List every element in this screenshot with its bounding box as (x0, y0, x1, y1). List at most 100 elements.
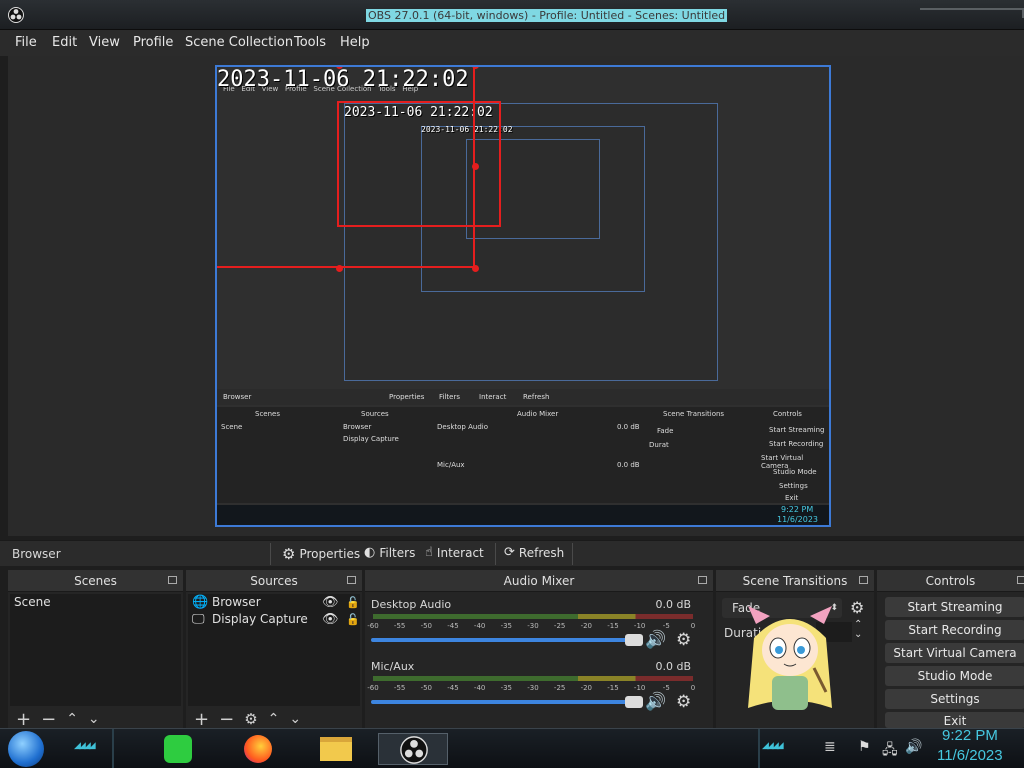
volume-slider[interactable] (371, 696, 643, 708)
pointer-hand-icon: ☝ (425, 545, 433, 560)
volume-meter (373, 614, 693, 619)
menu-file[interactable]: File (15, 35, 37, 50)
window-title: OBS 27.0.1 (64-bit, windows) - Profile: … (366, 9, 728, 22)
menu-profile[interactable]: Profile (133, 35, 173, 50)
float-dock-icon[interactable] (347, 576, 356, 584)
studio-mode-button[interactable]: Studio Mode (885, 666, 1024, 686)
speaker-icon[interactable]: 🔊 (645, 692, 666, 712)
float-dock-icon[interactable] (859, 576, 868, 584)
float-dock-icon[interactable] (1017, 576, 1024, 584)
volume-icon[interactable]: 🔊 (905, 739, 922, 755)
scenes-footer: + − ⌃ ⌄ (16, 708, 100, 730)
channel-db: 0.0 dB (655, 598, 691, 611)
menu-help[interactable]: Help (340, 35, 370, 50)
sources-footer: + − ⚙ ⌃ ⌄ (194, 708, 301, 730)
channel-name: Desktop Audio (371, 598, 452, 611)
title-decoration (920, 8, 1024, 18)
folder-icon (320, 737, 352, 761)
menu-bar: File Edit View Profile Scene Collection … (0, 30, 1024, 56)
scenes-dock-title: Scenes (8, 570, 183, 592)
start-virtual-camera-button[interactable]: Start Virtual Camera (885, 643, 1024, 663)
gear-icon[interactable]: ⚙ (676, 692, 691, 712)
menu-scene-collection[interactable]: Scene Collection (185, 35, 293, 50)
volume-slider-handle[interactable] (625, 634, 643, 646)
notes-app-icon (164, 735, 192, 763)
lock-icon[interactable]: 🔓 (346, 594, 360, 611)
monitor-icon: 🖵 (192, 612, 205, 627)
refresh-button[interactable]: ⟳ Refresh (504, 545, 564, 560)
show-desktop-icon[interactable]: ≣ (824, 739, 836, 755)
taskbar-app-notes[interactable] (150, 733, 206, 765)
float-dock-icon[interactable] (698, 576, 707, 584)
preview-canvas[interactable]: File Edit View Profile Scene Collection … (215, 65, 831, 527)
gear-icon[interactable]: ⚙ (676, 630, 691, 650)
menu-edit[interactable]: Edit (52, 35, 77, 50)
menu-tools[interactable]: Tools (294, 35, 326, 50)
move-up-icon[interactable]: ⌃ (66, 711, 78, 727)
volume-slider[interactable] (371, 634, 643, 646)
taskbar-app-firefox[interactable] (230, 733, 286, 765)
mixer-channels: Desktop Audio 0.0 dB -60 -55 -50 -45 -40 -35-… (365, 594, 705, 718)
obs-logo-icon[interactable] (8, 7, 24, 23)
cartoon-character-overlay (748, 606, 832, 710)
obs-logo-icon (400, 736, 428, 764)
add-scene-button[interactable]: + (16, 709, 31, 730)
source-item-display-capture[interactable]: 🖵 Display Capture 👁 🔓 (188, 611, 360, 628)
channel-db: 0.0 dB (655, 660, 691, 673)
gear-icon: ⚙ (282, 545, 296, 563)
remove-source-button[interactable]: − (219, 709, 234, 730)
volume-slider-handle[interactable] (625, 696, 643, 708)
move-up-icon[interactable]: ⌃ (268, 711, 280, 727)
decorative-chevrons: ◢◢◢◢ (74, 741, 96, 751)
float-dock-icon[interactable] (168, 576, 177, 584)
filter-icon: ◐ (364, 545, 376, 560)
remove-scene-button[interactable]: − (41, 709, 56, 730)
move-down-icon[interactable]: ⌄ (289, 711, 301, 727)
toolbar-separator (270, 543, 271, 565)
add-source-button[interactable]: + (194, 709, 209, 730)
flag-icon[interactable]: ⚑ (858, 739, 871, 755)
scene-transitions-title: Scene Transitions (716, 570, 874, 592)
resize-handle[interactable] (472, 163, 479, 170)
channel-name: Mic/Aux (371, 660, 415, 673)
taskbar-clock-date[interactable]: 11/6/2023 (937, 747, 1003, 764)
move-down-icon[interactable]: ⌄ (88, 711, 100, 727)
start-recording-button[interactable]: Start Recording (885, 620, 1024, 640)
scene-transitions-dock: Scene Transitions Fade ⬍ ⚙ Durati ⌃ ⌄ (716, 570, 874, 730)
lock-icon[interactable]: 🔓 (346, 611, 360, 628)
menu-view[interactable]: View (89, 35, 120, 50)
taskbar-app-obs[interactable] (378, 733, 448, 765)
source-properties-gear-icon[interactable]: ⚙ (244, 710, 257, 728)
source-toolbar: Browser ⚙ Properties ◐ Filters ☝ Interact ⟳… (0, 540, 1024, 566)
transition-gear-icon[interactable]: ⚙ (850, 598, 864, 617)
start-streaming-button[interactable]: Start Streaming (885, 597, 1024, 617)
resize-handle[interactable] (472, 67, 479, 69)
nested-docks: Scenes Sources Audio Mixer Scene Transit… (217, 407, 829, 503)
eye-icon[interactable]: 👁 (322, 611, 339, 628)
audio-mixer-dock: Audio Mixer Desktop Audio 0.0 dB -60 -55-… (365, 570, 713, 730)
sources-dock: Sources 🌐 Browser 👁 🔓 🖵 Display Capture … (186, 570, 362, 730)
audio-mixer-title: Audio Mixer (365, 570, 713, 592)
settings-button[interactable]: Settings (885, 689, 1024, 709)
filters-button[interactable]: ◐ Filters (364, 545, 415, 560)
resize-handle[interactable] (336, 265, 343, 272)
scene-item[interactable]: Scene (10, 594, 181, 611)
duration-stepper-icon[interactable]: ⌃ ⌄ (854, 620, 862, 640)
eye-icon[interactable]: 👁 (322, 594, 339, 611)
taskbar-app-explorer[interactable] (308, 733, 364, 765)
start-orb-button[interactable] (8, 731, 44, 767)
exit-button[interactable]: Exit (885, 712, 1024, 728)
resize-handle[interactable] (472, 265, 479, 272)
sources-dock-title: Sources (186, 570, 362, 592)
refresh-icon: ⟳ (504, 545, 515, 560)
source-item-browser[interactable]: 🌐 Browser 👁 🔓 (188, 594, 360, 611)
taskbar-clock-time[interactable]: 9:22 PM (942, 727, 998, 744)
properties-button[interactable]: ⚙ Properties (282, 545, 360, 563)
selected-source-label: Browser (12, 547, 61, 561)
controls-dock: Controls Start Streaming Start Recording… (877, 570, 1024, 730)
speaker-icon[interactable]: 🔊 (645, 630, 666, 650)
network-icon[interactable]: 🖧 (882, 739, 898, 763)
interact-button[interactable]: ☝ Interact (425, 545, 484, 560)
nested-taskbar: 9:22 PM 11/6/2023 (217, 505, 829, 525)
taskbar: ◢◢◢◢ ◢◢◢◢ ≣ ⚑ 🖧 🔊 (0, 728, 1024, 768)
